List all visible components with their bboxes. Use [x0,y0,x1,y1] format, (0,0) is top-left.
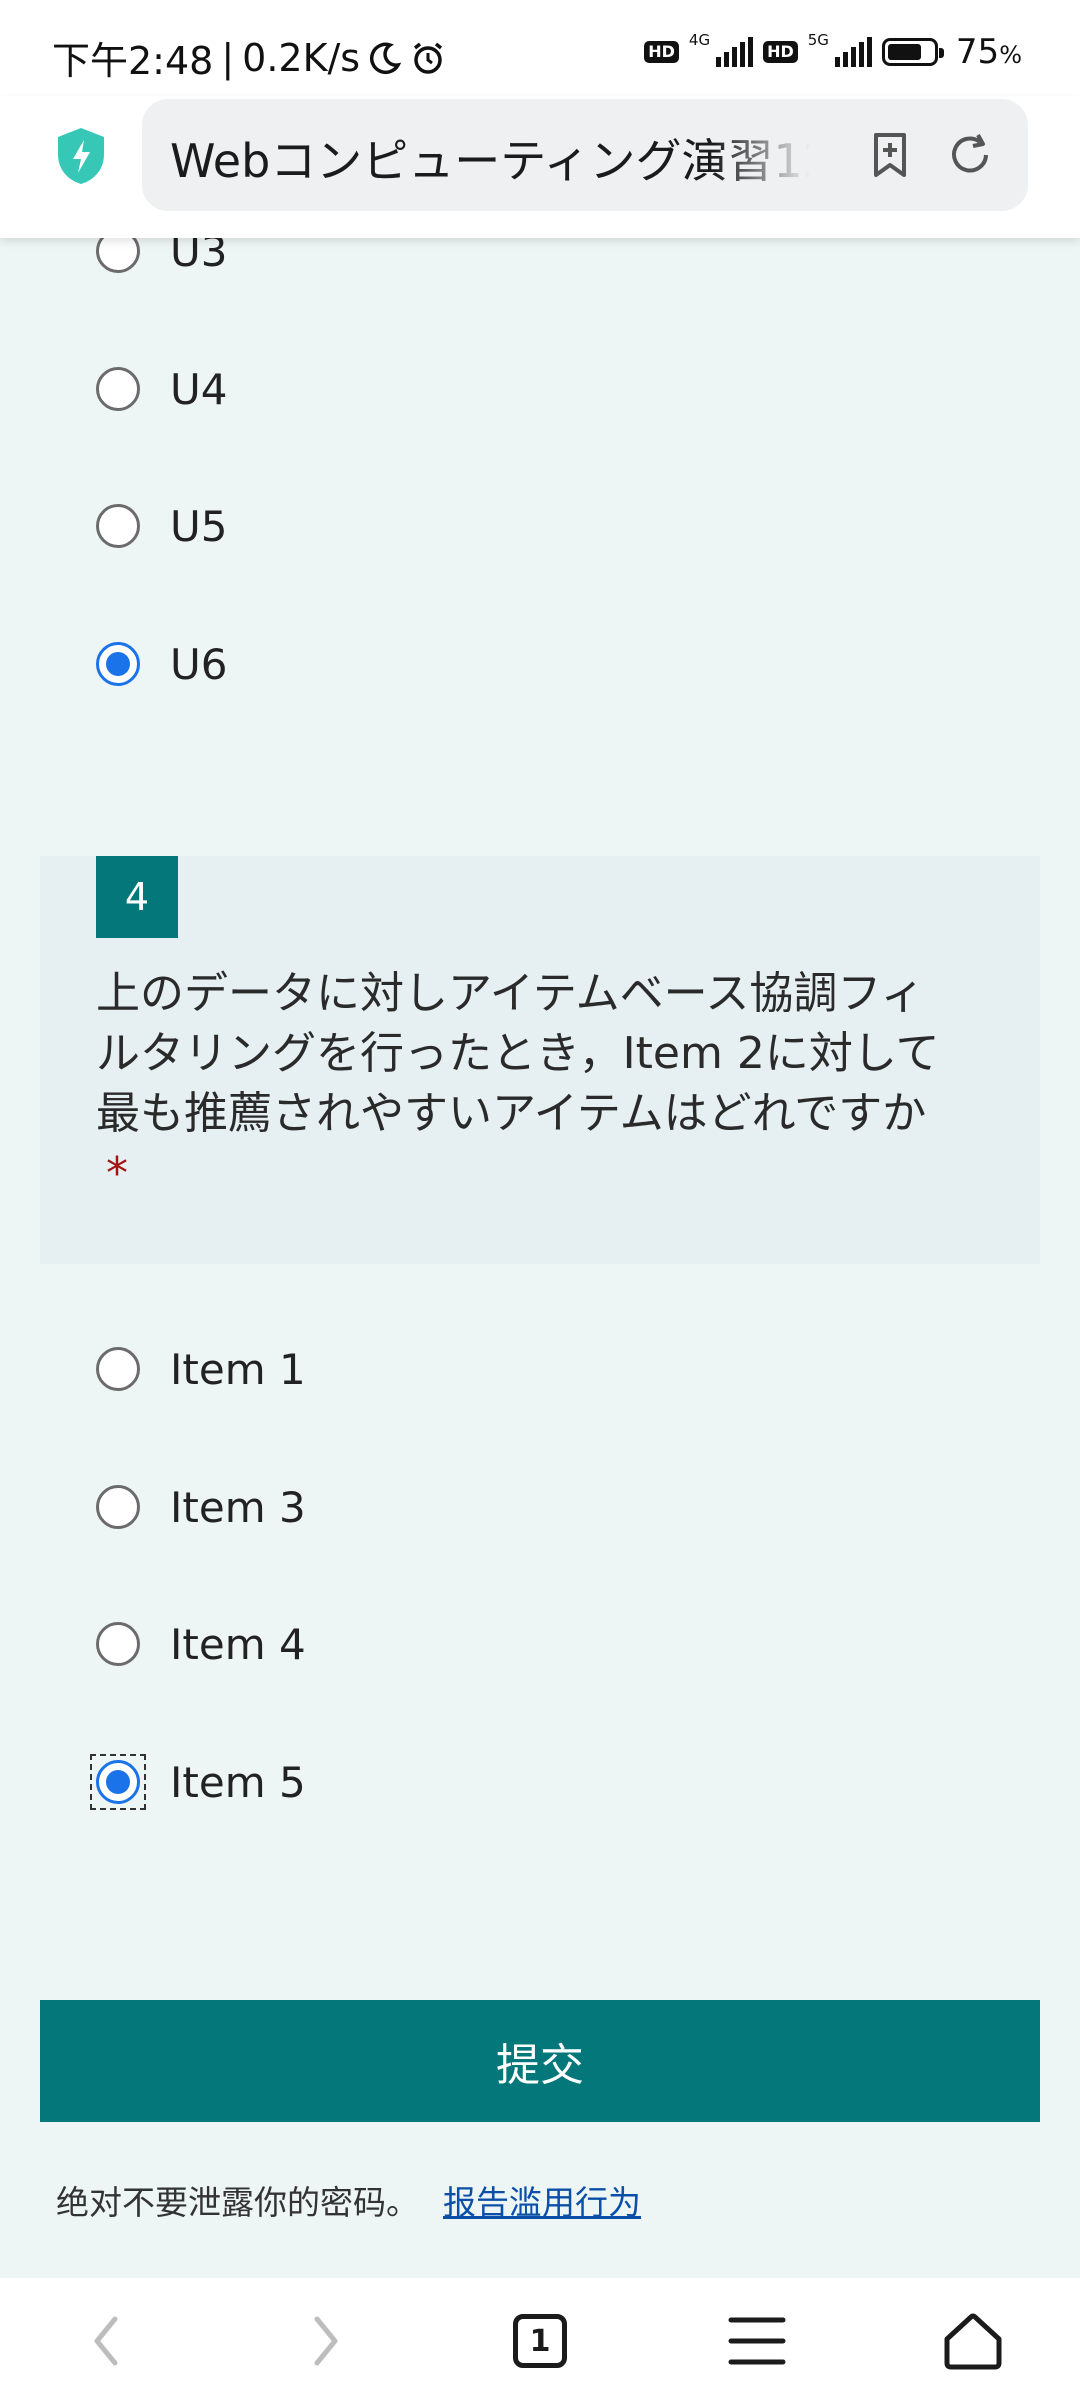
forward-button[interactable] [290,2306,360,2376]
option-u4[interactable]: U4 [96,354,227,424]
radio-button[interactable] [96,1347,140,1391]
battery-percent: 75% [956,32,1022,72]
option-item-3[interactable]: Item 3 [96,1472,306,1542]
option-item-4[interactable]: Item 4 [96,1609,306,1679]
option-u5[interactable]: U5 [96,491,227,561]
radio-button[interactable] [96,367,140,411]
bottom-nav: 1 [0,2278,1080,2400]
option-label: U6 [170,639,228,689]
report-abuse-link[interactable]: 报告滥用行为 [443,2183,641,2222]
network-type-5g: 5G [807,31,829,49]
browser-toolbar: Webコンピューティング演習12 [0,96,1080,238]
url-text[interactable]: Webコンピューティング演習12 [170,125,810,191]
hd-badge-2: HD [763,41,798,63]
radio-button[interactable] [96,1622,140,1666]
option-label: Item 5 [170,1757,306,1807]
radio-button[interactable] [96,504,140,548]
radio-button-selected[interactable] [96,642,140,686]
question-text: 上のデータに対しアイテムベース協調フィルタリングを行ったとき，Item 2に対し… [96,964,956,1204]
back-button[interactable] [72,2306,142,2376]
tabs-button[interactable]: 1 [505,2306,575,2376]
option-label: U4 [170,364,228,414]
battery-percent-unit: % [999,41,1022,69]
alarm-icon [414,42,443,74]
password-warning: 绝对不要泄露你的密码。 [56,2183,419,2222]
network-type-4g: 4G [688,31,711,49]
chevron-left-icon [94,2316,118,2366]
home-button[interactable] [938,2306,1008,2376]
home-icon [944,2313,1002,2370]
chevron-right-icon [314,2316,338,2366]
battery-icon [881,38,944,66]
signal-icon-2 [834,37,872,67]
battery-percent-value: 75 [955,32,1000,72]
question-card: 4 上のデータに対しアイテムベース協調フィルタリングを行ったとき，Item 2に… [40,856,1040,1264]
status-left: 下午2:48 | 0.2K/s [52,30,446,85]
option-label: Item 3 [170,1482,306,1532]
option-u6[interactable]: U6 [96,629,227,699]
radio-button-selected[interactable] [96,1760,140,1804]
tab-count: 1 [513,2314,567,2368]
footer-note: 绝对不要泄露你的密码。 报告滥用行为 [56,2176,641,2224]
moon-icon [370,42,402,74]
option-label: Item 4 [170,1619,306,1669]
submit-button[interactable]: 提交 [40,2000,1040,2122]
question-text-body: 上のデータに対しアイテムベース協調フィルタリングを行ったとき，Item 2に対し… [96,968,940,1139]
option-item-5[interactable]: Item 5 [90,1747,306,1817]
shield-icon[interactable] [54,126,108,186]
hd-badge: HD [644,41,679,63]
add-bookmark-icon[interactable] [862,127,918,183]
question-number: 4 [96,856,178,938]
status-right: HD 4G HD 5G 75% [644,31,1022,72]
menu-icon [728,2317,786,2365]
menu-button[interactable] [722,2306,792,2376]
required-mark: * [106,1148,128,1199]
signal-icon [716,37,754,67]
net-speed: 0.2K/s [242,35,361,80]
option-label: U5 [170,501,228,551]
radio-button[interactable] [96,1485,140,1529]
battery-fill [887,44,921,60]
address-bar[interactable]: Webコンピューティング演習12 [142,99,1028,211]
reload-icon[interactable] [942,127,998,183]
status-bar: 下午2:48 | 0.2K/s HD 4G HD 5G 75% [0,0,1080,96]
option-label: Item 1 [170,1344,306,1394]
clock: 下午2:48 [52,39,214,83]
status-separator: | [221,35,235,80]
option-item-1[interactable]: Item 1 [96,1334,306,1404]
